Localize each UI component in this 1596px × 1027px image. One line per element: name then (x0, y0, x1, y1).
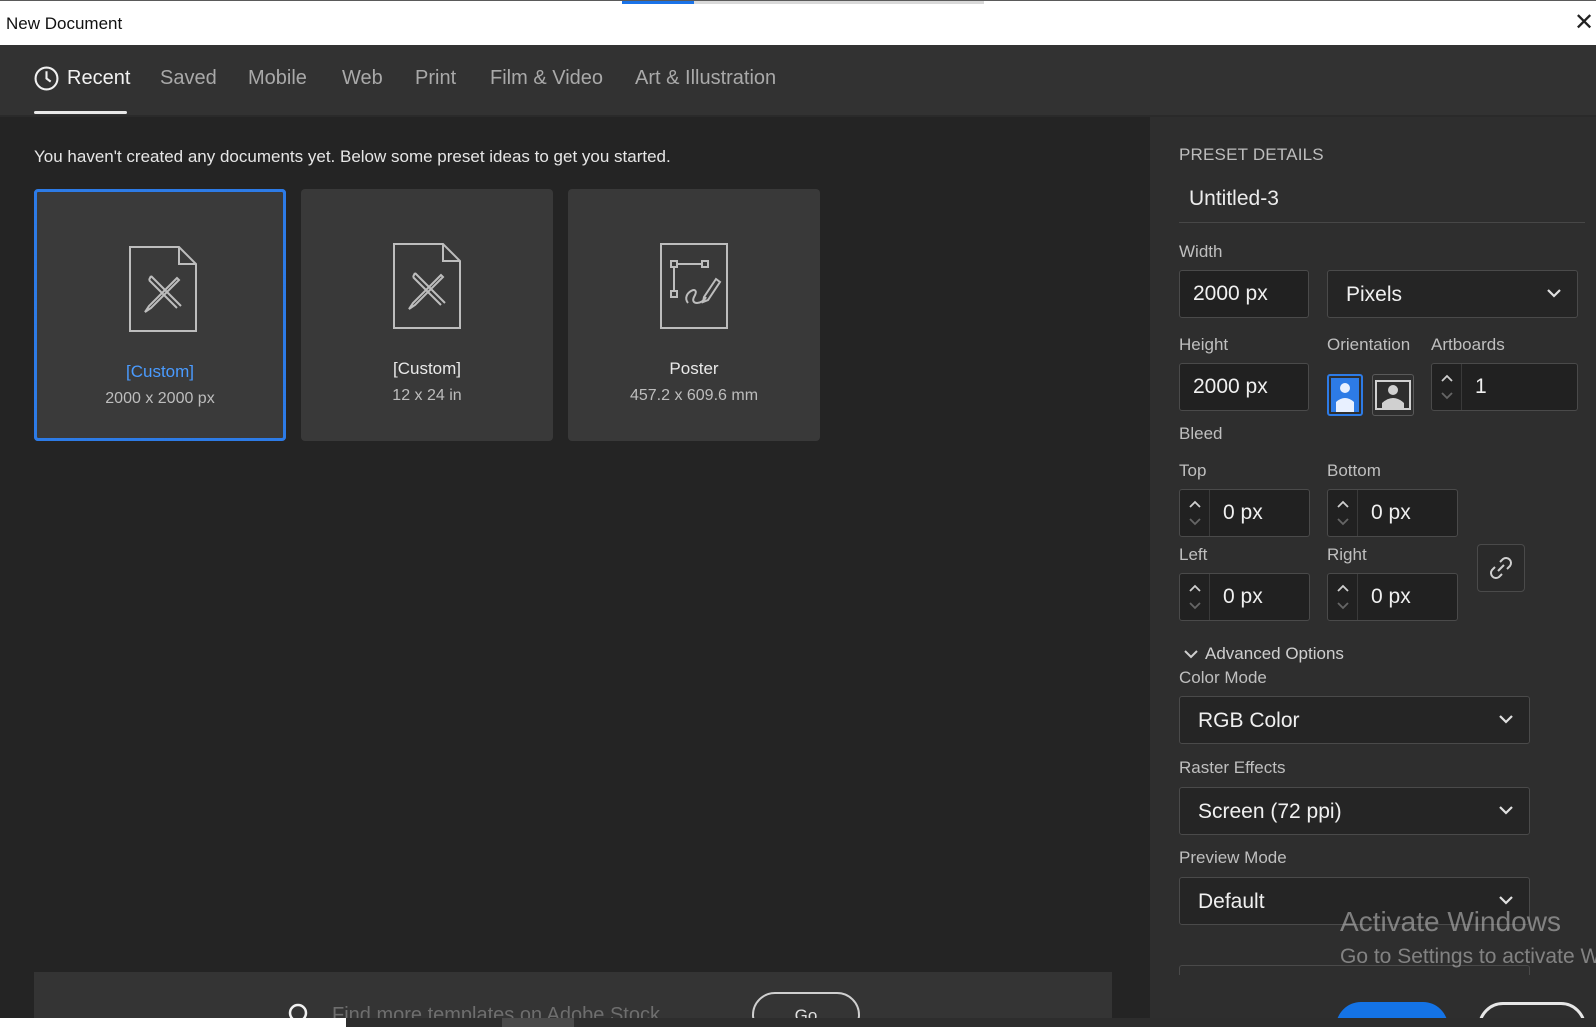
activate-windows-title: Activate Windows (1340, 906, 1561, 937)
top-accent-bar (622, 1, 694, 4)
raster-effects-select[interactable]: Screen (72 ppi) (1179, 787, 1530, 835)
bleed-bottom-stepper[interactable]: 0 px (1327, 489, 1458, 537)
preset-dims: 457.2 x 609.6 mm (629, 387, 759, 404)
tab-film-video[interactable]: Film & Video (490, 67, 603, 90)
tab-recent[interactable]: Recent (67, 67, 130, 90)
bleed-top-label: Top (1179, 461, 1207, 480)
close-icon[interactable]: ✕ (1574, 9, 1596, 37)
bleed-left-stepper-arrows[interactable] (1180, 574, 1210, 620)
bleed-top-stepper-arrows[interactable] (1180, 490, 1210, 536)
intro-text: You haven't created any documents yet. B… (34, 147, 671, 166)
artboards-label: Artboards (1431, 335, 1505, 354)
artboards-value: 1 (1475, 375, 1487, 398)
scrollbar-thumb[interactable] (502, 1018, 574, 1027)
bleed-bottom-value: 0 px (1371, 501, 1411, 524)
bleed-bottom-stepper-arrows[interactable] (1328, 490, 1358, 536)
color-mode-value: RGB Color (1198, 709, 1300, 732)
clock-icon (34, 66, 59, 91)
bleed-right-stepper-arrows[interactable] (1328, 574, 1358, 620)
height-label: Height (1179, 335, 1229, 354)
preset-details-panel: PRESET DETAILS Untitled-3 Width 2000 px … (1150, 117, 1596, 1027)
width-field[interactable]: 2000 px (1179, 270, 1309, 318)
bleed-right-value: 0 px (1371, 585, 1411, 608)
artboards-stepper-arrows[interactable] (1432, 364, 1462, 410)
units-select[interactable]: Pixels (1327, 270, 1578, 318)
preset-name: [Custom] (125, 362, 195, 381)
height-field[interactable]: 2000 px (1179, 363, 1309, 411)
bleed-top-stepper[interactable]: 0 px (1179, 489, 1310, 537)
preset-card-custom-in[interactable]: [Custom] 12 x 24 in (301, 189, 553, 441)
artboards-stepper[interactable]: 1 (1431, 363, 1578, 411)
chevron-up-icon[interactable] (1335, 498, 1351, 510)
document-pen-path-icon (660, 243, 728, 329)
preset-dims: 2000 x 2000 px (105, 390, 215, 407)
tab-saved[interactable]: Saved (160, 67, 217, 90)
preview-mode-value: Default (1198, 890, 1265, 913)
link-icon (1490, 557, 1512, 579)
advanced-options-toggle[interactable]: Advanced Options (1183, 644, 1344, 664)
chevron-down-icon (1499, 715, 1513, 724)
bleed-left-stepper[interactable]: 0 px (1179, 573, 1310, 621)
preset-card-poster[interactable]: Poster 457.2 x 609.6 mm (568, 189, 820, 441)
chevron-up-icon[interactable] (1187, 582, 1203, 594)
preset-dims: 12 x 24 in (392, 387, 462, 404)
orientation-label: Orientation (1327, 335, 1411, 354)
portrait-icon (1331, 378, 1359, 412)
category-tabs: Recent Saved Mobile Web Print Film & Vid… (0, 45, 1596, 117)
document-pencil-ruler-icon (129, 246, 197, 332)
chevron-down-icon[interactable] (1335, 516, 1351, 528)
bleed-label: Bleed (1179, 424, 1223, 443)
preset-card-custom-px[interactable]: [Custom] 2000 x 2000 px (34, 189, 286, 441)
color-mode-label: Color Mode (1179, 668, 1267, 687)
chevron-up-icon[interactable] (1335, 582, 1351, 594)
advanced-options-label: Advanced Options (1205, 644, 1344, 663)
chevron-down-icon[interactable] (1439, 390, 1455, 402)
units-value: Pixels (1346, 283, 1403, 306)
raster-effects-value: Screen (72 ppi) (1198, 800, 1342, 823)
preset-name: [Custom] (392, 359, 462, 378)
top-accent-bar-light (694, 1, 984, 4)
chevron-down-icon[interactable] (1187, 516, 1203, 528)
chevron-up-icon[interactable] (1187, 498, 1203, 510)
active-tab-indicator (34, 111, 127, 114)
chevron-down-icon (1499, 806, 1513, 815)
landscape-icon (1375, 380, 1411, 410)
document-pencil-ruler-icon (393, 243, 461, 329)
tab-web[interactable]: Web (342, 67, 383, 90)
title-bar: New Document ✕ (0, 0, 1596, 45)
bleed-left-value: 0 px (1223, 585, 1263, 608)
bleed-bottom-label: Bottom (1327, 461, 1381, 480)
width-label: Width (1179, 242, 1223, 261)
preset-area: You haven't created any documents yet. B… (0, 117, 1150, 1027)
chevron-down-icon[interactable] (1335, 600, 1351, 612)
chevron-up-icon[interactable] (1439, 372, 1455, 384)
bleed-left-label: Left (1179, 545, 1208, 564)
tab-mobile[interactable]: Mobile (248, 67, 307, 90)
bleed-right-stepper[interactable]: 0 px (1327, 573, 1458, 621)
chevron-down-icon[interactable] (1187, 600, 1203, 612)
window-title: New Document (6, 14, 123, 33)
preview-mode-label: Preview Mode (1179, 848, 1287, 867)
link-bleed-button[interactable] (1477, 544, 1525, 592)
bleed-right-label: Right (1327, 545, 1367, 564)
preset-details-header: PRESET DETAILS (1179, 145, 1324, 164)
chevron-down-icon (1547, 289, 1561, 298)
raster-effects-label: Raster Effects (1179, 758, 1286, 777)
tab-print[interactable]: Print (415, 67, 456, 90)
tab-art-illustration[interactable]: Art & Illustration (635, 67, 776, 90)
chevron-down-icon (1184, 650, 1198, 659)
bleed-top-value: 0 px (1223, 501, 1263, 524)
color-mode-select[interactable]: RGB Color (1179, 696, 1530, 744)
document-name-field[interactable]: Untitled-3 (1179, 177, 1585, 223)
preset-name: Poster (669, 359, 719, 378)
bottom-scrollbar-track (0, 1018, 346, 1027)
landscape-orientation-button[interactable] (1372, 374, 1414, 416)
activate-windows-subtitle: Go to Settings to activate W (1340, 945, 1596, 968)
portrait-orientation-button[interactable] (1327, 374, 1363, 416)
